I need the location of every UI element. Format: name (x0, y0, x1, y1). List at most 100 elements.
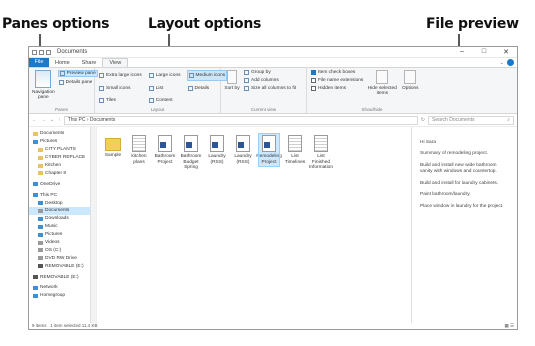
navigation-pane-label: Navigation pane (32, 90, 55, 101)
nav-item-videos[interactable]: Videos (29, 239, 90, 247)
nav-item-onedrive[interactable]: OneDrive (29, 180, 90, 188)
size-columns-button[interactable]: Size all columns to fit (243, 86, 297, 91)
hidden-items-toggle[interactable]: Hidden items (310, 86, 364, 91)
view-toggle-icons[interactable]: ▦ ☰ (504, 323, 514, 329)
nav-item-os-drive[interactable]: OS (C:) (29, 246, 90, 254)
size-columns-icon (244, 86, 249, 91)
folder-icon (105, 138, 121, 151)
size-columns-label: Size all columns to fit (251, 86, 297, 91)
nav-item-desktop[interactable]: Desktop (29, 199, 90, 207)
current-view-group-label: Current view (250, 107, 277, 112)
layout-content[interactable]: Content (148, 96, 182, 105)
window-title: Documents (57, 49, 88, 55)
file-name: List Timelines (284, 154, 306, 165)
word-document-icon (158, 135, 172, 152)
options-icon (404, 70, 417, 84)
layout-list[interactable]: List (148, 84, 182, 93)
videos-icon (38, 240, 43, 245)
file-item[interactable]: Laundry (RSS) (207, 134, 227, 166)
downloads-icon (38, 216, 43, 221)
documents-icon (33, 131, 38, 136)
forward-arrow-icon[interactable]: → (41, 117, 46, 123)
nav-item-label: OS (C:) (45, 247, 62, 253)
nav-item-chapter-8[interactable]: Chapter 8 (29, 169, 90, 177)
layout-large-icons[interactable]: Large icons (148, 70, 182, 81)
nav-item-kitchen[interactable]: Kitchen (29, 162, 90, 170)
file-item[interactable]: List Finished Information (309, 134, 333, 172)
options-button[interactable]: Options (400, 70, 420, 105)
layout-small-icons[interactable]: Small icons (98, 84, 143, 93)
preview-pane-button[interactable]: Preview pane (57, 70, 98, 77)
hide-selected-button[interactable]: Hide selected items (367, 70, 397, 105)
network-icon (33, 285, 38, 290)
desktop-icon (38, 201, 43, 206)
status-bar: 9 items 1 item selected 11.4 KB ▦ ☰ (29, 322, 517, 329)
help-icon[interactable] (507, 59, 514, 66)
file-name-extensions-toggle[interactable]: File name extensions (310, 78, 364, 83)
preview-pane[interactable]: Hi Sara Summary of remodeling project. B… (411, 127, 517, 323)
nav-item-label: Music (45, 224, 58, 230)
refresh-icon[interactable]: ↻ (421, 117, 425, 123)
nav-item-homegroup[interactable]: Homegroup (29, 292, 90, 300)
tab-home[interactable]: Home (49, 58, 76, 67)
layout-tiles[interactable]: Tiles (98, 96, 143, 105)
maximize-button[interactable]: □ (473, 48, 495, 56)
nav-item-label: Desktop (45, 200, 63, 206)
layout-options-callout: Layout options (148, 16, 262, 32)
chevron-down-icon[interactable]: ⌄ (500, 60, 504, 66)
medium-icons-icon (188, 73, 194, 78)
file-item[interactable]: Laundry (RSS) (233, 134, 253, 166)
folder-icon (38, 155, 43, 160)
nav-item-cyber-replace[interactable]: CYBER REPLACE (29, 154, 90, 162)
file-item[interactable]: List Timelines (285, 134, 305, 166)
document-icon (132, 135, 146, 152)
layout-item-label: Extra large icons (106, 73, 142, 78)
details-pane-button[interactable]: Details pane (58, 80, 98, 85)
up-arrow-icon[interactable]: ↑ (58, 117, 61, 123)
file-item[interactable]: Bathroom Budget Spring (181, 134, 201, 172)
nav-item-removable-2[interactable]: REMOVABLE (E:) (29, 273, 90, 281)
minimize-button[interactable]: – (451, 48, 473, 56)
file-item[interactable]: Bathroom Project (155, 134, 175, 166)
tab-view[interactable]: View (102, 58, 129, 67)
back-arrow-icon[interactable]: ← (32, 117, 37, 123)
nav-item-documents-pc[interactable]: Documents (29, 207, 90, 215)
navigation-pane-button[interactable]: Navigation pane (32, 70, 55, 105)
folder-icon (38, 147, 43, 152)
preview-line: Place window in laundry for the project. (420, 203, 504, 209)
layout-item-label: Content (155, 98, 173, 103)
nav-item-this-pc[interactable]: This PC (29, 191, 90, 199)
item-check-boxes-toggle[interactable]: Item check boxes (310, 70, 364, 75)
nav-item-music[interactable]: Music (29, 223, 90, 231)
quick-access-toolbar[interactable] (32, 49, 51, 55)
word-document-icon (210, 135, 224, 152)
nav-item-pictures-pc[interactable]: Pictures (29, 231, 90, 239)
nav-item-documents[interactable]: Documents (29, 130, 90, 138)
navigation-pane: Documents Pictures CITY PLANTS CYBER REP… (29, 127, 91, 323)
nav-item-removable-1[interactable]: REMOVABLE (E:) (29, 262, 90, 270)
tab-file[interactable]: File (29, 58, 49, 67)
tiles-icon (99, 98, 104, 103)
tab-share[interactable]: Share (76, 58, 103, 67)
group-by-button[interactable]: Group by (243, 70, 297, 75)
word-document-icon (184, 135, 198, 152)
nav-item-network[interactable]: Network (29, 284, 90, 292)
layout-item-label: Tiles (106, 98, 116, 103)
nav-item-city-plants[interactable]: CITY PLANTS (29, 146, 90, 154)
sort-by-button[interactable]: Sort by (224, 70, 240, 105)
close-button[interactable]: ✕ (495, 48, 517, 56)
checkbox-icon (311, 70, 316, 75)
file-item[interactable]: Sample (103, 134, 123, 160)
nav-item-dvd-drive[interactable]: DVD RW Drive (29, 254, 90, 262)
file-item[interactable]: kitchen plans (129, 134, 149, 166)
file-item-selected[interactable]: Remodeling Project (256, 132, 282, 168)
file-list: Sample kitchen plans Bathroom Project Ba… (97, 127, 411, 323)
nav-item-pictures[interactable]: Pictures (29, 138, 90, 146)
nav-item-downloads[interactable]: Downloads (29, 215, 90, 223)
layout-extra-large-icons[interactable]: Extra large icons (98, 70, 143, 81)
add-columns-button[interactable]: Add columns (243, 78, 297, 83)
dvd-icon (38, 256, 43, 261)
address-bar[interactable]: This PC › Documents (63, 115, 418, 125)
search-input[interactable]: Search Documents ⌕ (428, 115, 514, 125)
recent-dropdown-icon[interactable]: ⌄ (50, 117, 54, 123)
